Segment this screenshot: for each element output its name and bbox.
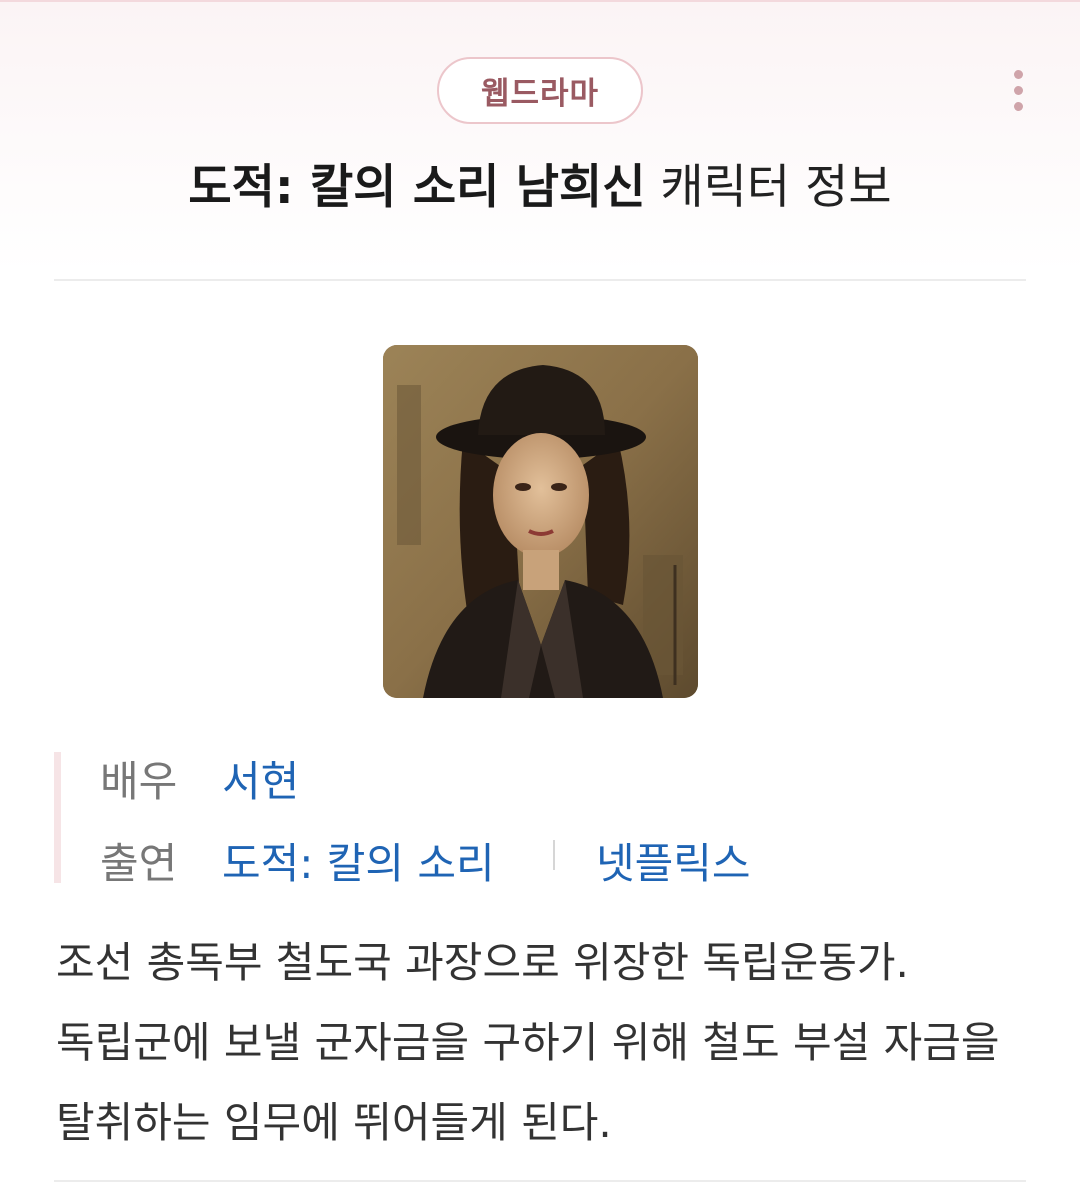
header-background <box>0 2 1080 272</box>
more-options-icon[interactable] <box>998 62 1038 118</box>
divider-bottom <box>54 1180 1026 1182</box>
character-description: 조선 총독부 철도국 과장으로 위장한 독립운동가. 독립군에 보낼 군자금을 … <box>56 938 1000 1147</box>
info-accent-bar <box>54 752 61 883</box>
category-badge[interactable]: 웹드라마 <box>437 57 643 124</box>
divider-top <box>54 279 1026 281</box>
cast-title-link[interactable]: 도적: 칼의 소리 <box>222 830 495 891</box>
cast-platform-link[interactable]: 넷플릭스 <box>596 830 751 891</box>
actor-link[interactable]: 서현 <box>222 748 299 809</box>
character-name: 도적: 칼의 소리 남희신 <box>188 160 646 215</box>
title-suffix: 캐릭터 정보 <box>660 160 892 215</box>
actor-label: 배우 <box>100 757 178 806</box>
cast-label: 출연 <box>100 839 178 888</box>
character-photo[interactable] <box>383 345 698 698</box>
cast-separator <box>553 840 555 870</box>
page-title: 도적: 칼의 소리 남희신 캐릭터 정보 <box>0 157 1080 219</box>
